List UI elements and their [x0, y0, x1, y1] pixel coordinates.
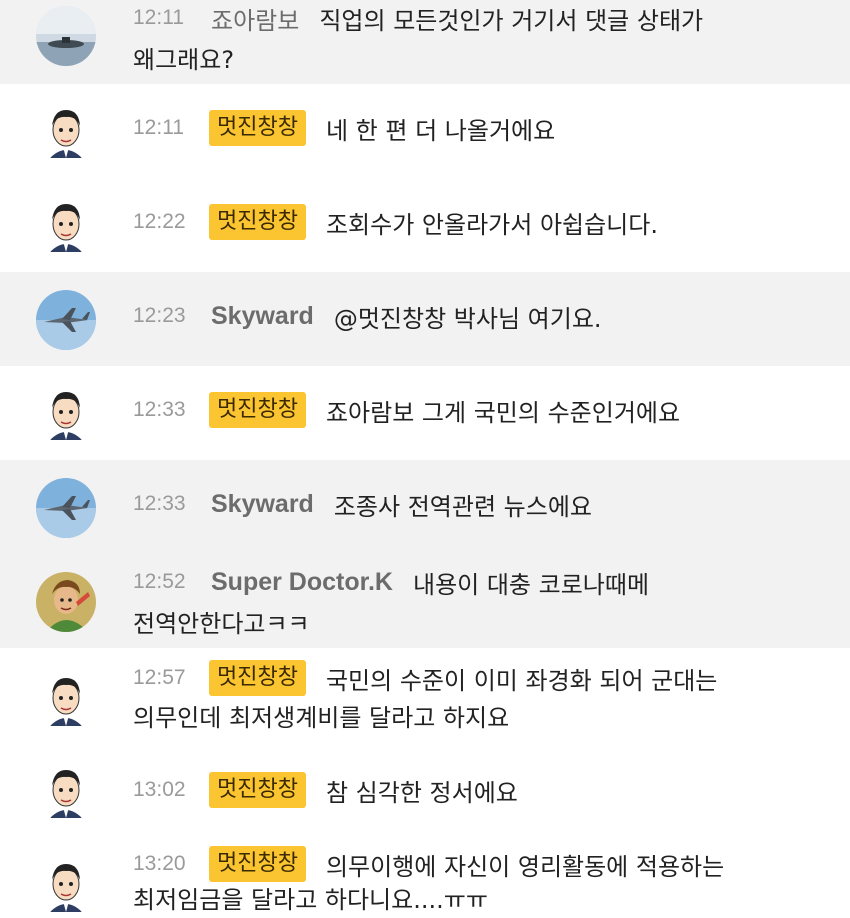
- fighter-jet-avatar-icon: [36, 478, 96, 538]
- host-nickname-badge[interactable]: 멋진창창: [209, 660, 306, 696]
- message-text: 참 심각한 정서에요: [325, 778, 518, 807]
- landscape-avatar-icon: [36, 6, 96, 66]
- message-nickname[interactable]: Skyward: [211, 302, 314, 331]
- message-time: 12:52: [133, 570, 186, 593]
- message-time: 12:33: [133, 492, 186, 515]
- chat-message[interactable]: 12:11 멋진창창 네 한 편 더 나올거에요: [0, 84, 850, 178]
- host-nickname-badge[interactable]: 멋진창창: [209, 392, 306, 428]
- message-text: 국민의 수준이 이미 좌경화 되어 군대는: [325, 666, 718, 695]
- message-nickname[interactable]: Super Doctor.K: [211, 568, 393, 597]
- avatar-jet[interactable]: [36, 478, 96, 538]
- chat-message[interactable]: 12:23 Skyward @멋진창창 박사님 여기요.: [0, 272, 850, 366]
- message-text: 죠아람보 그게 국민의 수준인거에요: [325, 398, 681, 427]
- cartoon-man-avatar-icon: [36, 762, 96, 822]
- message-text-continued: 왜그래요?: [133, 46, 235, 74]
- message-time: 13:02: [133, 778, 186, 801]
- chat-message[interactable]: 12:57 멋진창창 국민의 수준이 이미 좌경화 되어 군대는 의무인데 최저…: [0, 648, 850, 750]
- host-nickname-badge[interactable]: 멋진창창: [209, 846, 306, 882]
- cartoon-man-avatar-icon: [36, 196, 96, 256]
- chat-message[interactable]: 13:02 멋진창창 참 심각한 정서에요: [0, 750, 850, 834]
- chat-message[interactable]: 13:20 멋진창창 의무이행에 자신이 영리활동에 적용하는 최저임금을 달라…: [0, 834, 850, 918]
- chat-message[interactable]: 12:22 멋진창창 조회수가 안올라가서 아쉽습니다.: [0, 178, 850, 272]
- avatar-cartoon[interactable]: [36, 196, 96, 256]
- message-text-continued: 의무인데 최저생계비를 달라고 하지요: [133, 704, 510, 732]
- message-text: 조종사 전역관련 뉴스에요: [333, 492, 592, 521]
- message-text: 직업의 모든것인가 거기서 댓글 상태가: [319, 6, 704, 35]
- message-text: 조회수가 안올라가서 아쉽습니다.: [325, 210, 658, 239]
- cartoon-man-avatar-icon: [36, 670, 96, 730]
- avatar-cartoon[interactable]: [36, 384, 96, 444]
- chat-message[interactable]: 12:11 죠아람보 직업의 모든것인가 거기서 댓글 상태가 왜그래요?: [0, 0, 850, 84]
- message-nickname[interactable]: Skyward: [211, 490, 314, 519]
- host-nickname-badge[interactable]: 멋진창창: [209, 772, 306, 808]
- message-text-continued: 최저임금을 달라고 하다니요....ㅠㅠ: [133, 886, 488, 914]
- avatar-cartoon[interactable]: [36, 856, 96, 916]
- message-time: 12:23: [133, 304, 186, 327]
- cartoon-man-avatar-icon: [36, 384, 96, 444]
- message-text: @멋진창창 박사님 여기요.: [333, 304, 602, 333]
- chat-message[interactable]: 12:33 Skyward 조종사 전역관련 뉴스에요: [0, 460, 850, 554]
- message-text: 네 한 편 더 나올거에요: [325, 116, 556, 145]
- cartoon-character-avatar-icon: [36, 572, 96, 632]
- avatar-cartoon[interactable]: [36, 762, 96, 822]
- cartoon-man-avatar-icon: [36, 102, 96, 162]
- message-text: 의무이행에 자신이 영리활동에 적용하는: [325, 852, 725, 881]
- host-nickname-badge[interactable]: 멋진창창: [209, 110, 306, 146]
- message-time: 12:11: [133, 6, 184, 29]
- message-time: 12:57: [133, 666, 186, 689]
- message-text-continued: 전역안한다고ㅋㅋ: [133, 610, 310, 638]
- avatar-landscape[interactable]: [36, 6, 96, 66]
- message-text: 내용이 대충 코로나때메: [412, 570, 650, 599]
- fighter-jet-avatar-icon: [36, 290, 96, 350]
- chat-message-list: 12:11 죠아람보 직업의 모든것인가 거기서 댓글 상태가 왜그래요? 12…: [0, 0, 850, 918]
- message-time: 12:22: [133, 210, 186, 233]
- avatar-character[interactable]: [36, 572, 96, 632]
- host-nickname-badge[interactable]: 멋진창창: [209, 204, 306, 240]
- chat-message[interactable]: 12:33 멋진창창 죠아람보 그게 국민의 수준인거에요: [0, 366, 850, 460]
- message-nickname[interactable]: 죠아람보: [211, 1, 299, 36]
- message-time: 12:33: [133, 398, 186, 421]
- avatar-cartoon[interactable]: [36, 102, 96, 162]
- cartoon-man-avatar-icon: [36, 856, 96, 916]
- chat-message[interactable]: 12:52 Super Doctor.K 내용이 대충 코로나때메 전역안한다고…: [0, 554, 850, 648]
- message-time: 13:20: [133, 852, 186, 875]
- avatar-jet[interactable]: [36, 290, 96, 350]
- avatar-cartoon[interactable]: [36, 670, 96, 730]
- message-time: 12:11: [133, 116, 184, 139]
